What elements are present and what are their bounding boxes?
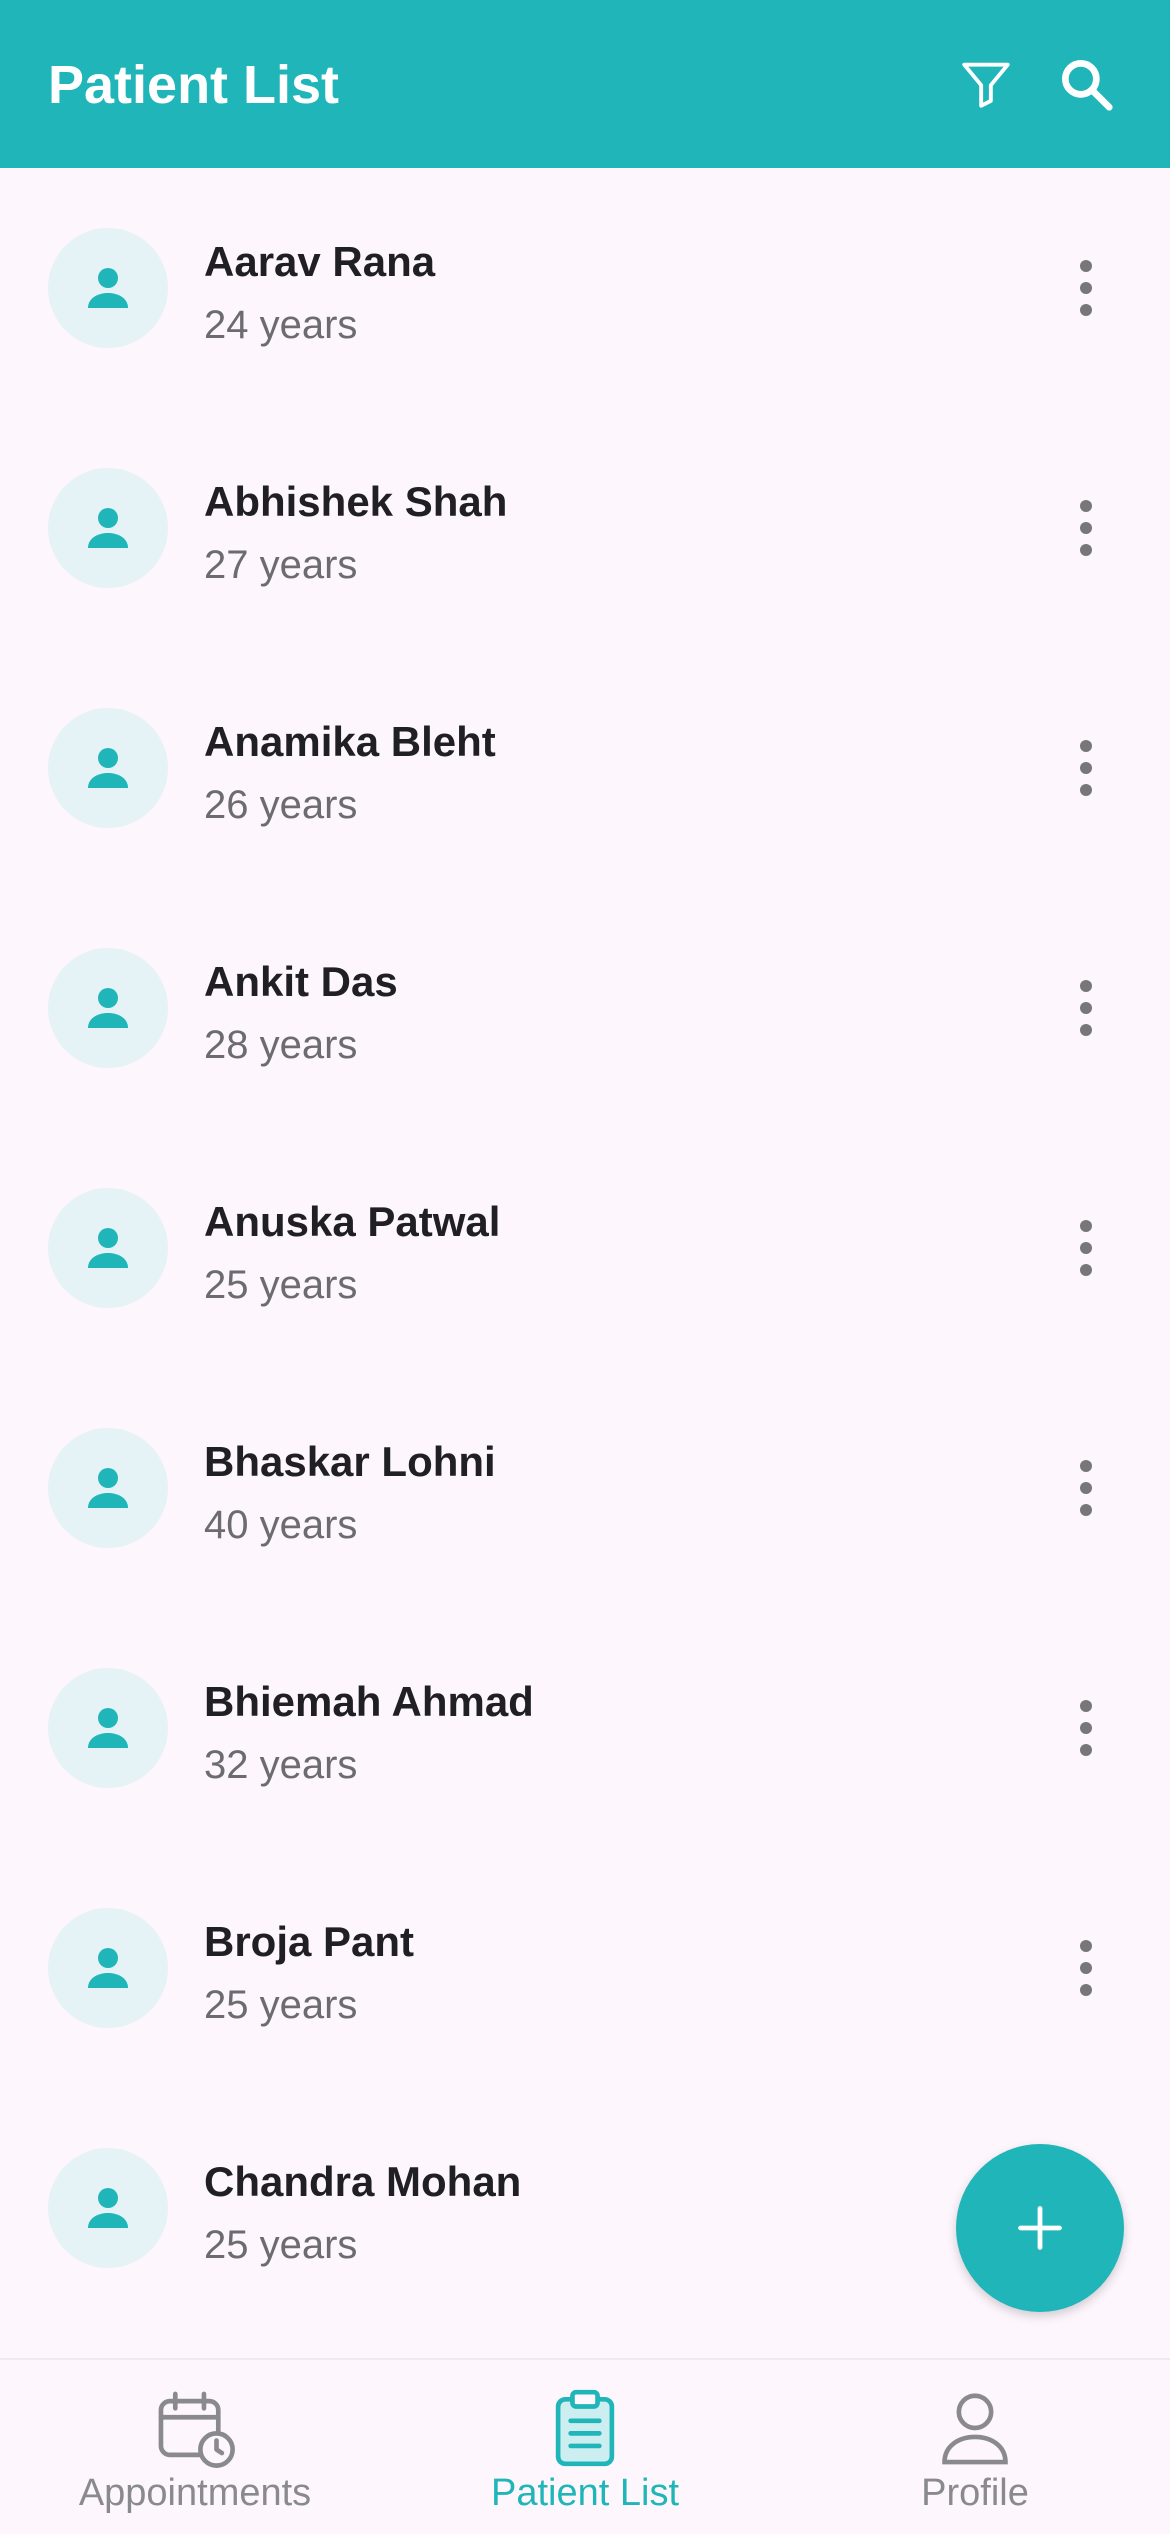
bottom-navigation: Appointments Patient List Profile [0, 2358, 1170, 2534]
patient-name: Bhiemah Ahmad [204, 1678, 534, 1725]
plus-icon [1018, 2206, 1062, 2250]
list-item[interactable]: Anuska Patwal 25 years [0, 1128, 1170, 1368]
avatar [48, 1428, 168, 1548]
patient-name: Ankit Das [204, 958, 398, 1005]
app-bar: Patient List [0, 0, 1170, 168]
avatar [48, 1188, 168, 1308]
person-icon [88, 268, 128, 308]
person-icon [88, 2188, 128, 2228]
more-vertical-icon [1080, 1460, 1092, 1516]
person-icon [88, 508, 128, 548]
list-item[interactable]: Abhishek Shah 27 years [0, 408, 1170, 648]
person-icon [88, 1708, 128, 1748]
more-vertical-icon [1080, 740, 1092, 796]
person-icon [88, 1948, 128, 1988]
more-options-button[interactable] [1056, 1452, 1116, 1524]
patient-age: 25 years [204, 2223, 358, 2267]
patient-name: Abhishek Shah [204, 478, 508, 525]
patient-age: 25 years [204, 1983, 358, 2027]
patient-age: 28 years [204, 1023, 358, 1067]
patient-name: Chandra Mohan [204, 2158, 522, 2205]
avatar [48, 948, 168, 1068]
patient-age: 25 years [204, 1263, 358, 1307]
patient-age: 24 years [204, 303, 358, 347]
person-icon [88, 1228, 128, 1268]
list-item[interactable]: Ankit Das 28 years [0, 888, 1170, 1128]
more-options-button[interactable] [1056, 1692, 1116, 1764]
avatar [48, 708, 168, 828]
avatar [48, 468, 168, 588]
nav-label: Patient List [491, 2472, 679, 2514]
more-vertical-icon [1080, 1700, 1092, 1756]
filter-button[interactable] [950, 48, 1022, 120]
more-options-button[interactable] [1056, 732, 1116, 804]
person-icon [88, 1468, 128, 1508]
patient-age: 40 years [204, 1503, 358, 1547]
more-vertical-icon [1080, 1940, 1092, 1996]
nav-item-patient-list[interactable]: Patient List [390, 2360, 780, 2534]
patient-name: Broja Pant [204, 1918, 415, 1965]
add-patient-button[interactable] [956, 2144, 1124, 2312]
patient-name: Bhaskar Lohni [204, 1438, 496, 1485]
more-options-button[interactable] [1056, 1932, 1116, 2004]
nav-item-profile[interactable]: Profile [780, 2360, 1170, 2534]
person-icon [942, 2393, 1008, 2465]
list-item[interactable]: Bhaskar Lohni 40 years [0, 1368, 1170, 1608]
nav-item-appointments[interactable]: Appointments [0, 2360, 390, 2534]
more-vertical-icon [1080, 980, 1092, 1036]
more-options-button[interactable] [1056, 492, 1116, 564]
calendar-clock-icon [158, 2391, 235, 2468]
avatar [48, 1908, 168, 2028]
more-options-button[interactable] [1056, 972, 1116, 1044]
list-item[interactable]: Aarav Rana 24 years [0, 168, 1170, 408]
more-vertical-icon [1080, 500, 1092, 556]
more-options-button[interactable] [1056, 252, 1116, 324]
list-item[interactable]: Bhiemah Ahmad 32 years [0, 1608, 1170, 1848]
patient-name: Anamika Bleht [204, 718, 496, 765]
more-vertical-icon [1080, 260, 1092, 316]
person-icon [88, 988, 128, 1028]
search-button[interactable] [1050, 48, 1122, 120]
nav-label: Profile [921, 2472, 1029, 2514]
list-item[interactable]: Anamika Bleht 26 years [0, 648, 1170, 888]
person-icon [88, 748, 128, 788]
avatar [48, 228, 168, 348]
more-options-button[interactable] [1056, 1212, 1116, 1284]
patient-name: Anuska Patwal [204, 1198, 501, 1245]
patient-name: Aarav Rana [204, 238, 436, 285]
list-item[interactable]: Broja Pant 25 years [0, 1848, 1170, 2088]
page-title: Patient List [48, 55, 340, 115]
more-vertical-icon [1080, 1220, 1092, 1276]
patient-age: 26 years [204, 783, 358, 827]
avatar [48, 2148, 168, 2268]
filter-icon [962, 62, 1010, 108]
avatar [48, 1668, 168, 1788]
clipboard-icon [555, 2389, 615, 2467]
patient-age: 32 years [204, 1743, 358, 1787]
search-icon [1061, 59, 1113, 111]
nav-label: Appointments [78, 2472, 312, 2514]
patient-age: 27 years [204, 543, 358, 587]
patient-list: Aarav Rana 24 years Abhishek Shah 27 yea… [0, 168, 1170, 2358]
